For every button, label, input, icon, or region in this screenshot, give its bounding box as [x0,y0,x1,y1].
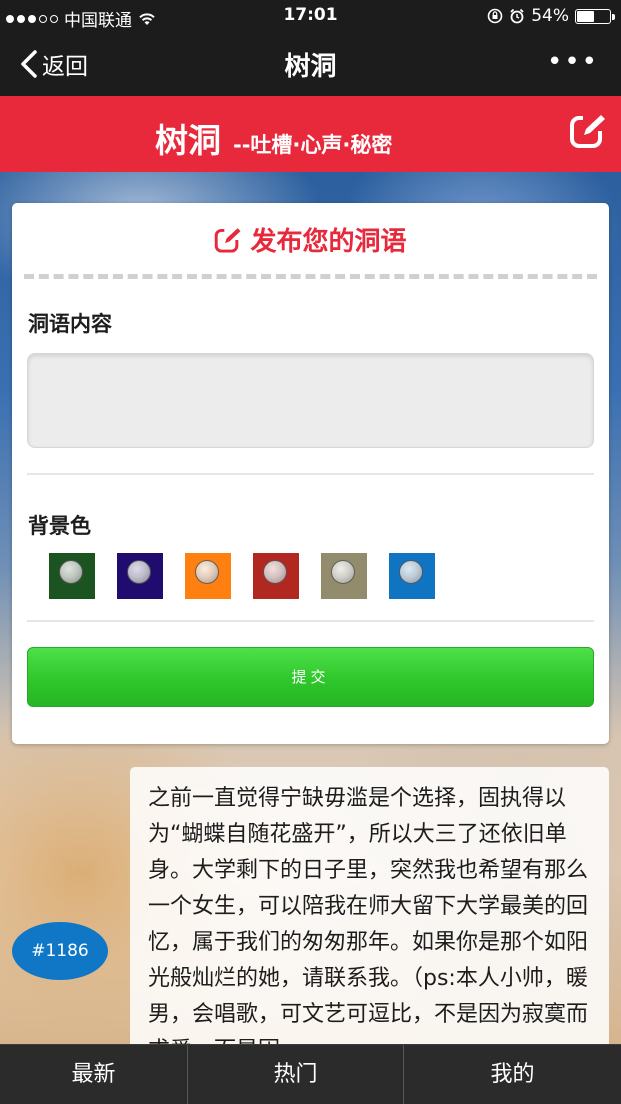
orientation-lock-icon [487,8,503,24]
color-swatch-6[interactable] [389,553,435,599]
publish-card: 发布您的洞语 洞语内容 背景色 提交 [12,203,609,744]
tab-latest[interactable]: 最新 [0,1045,188,1104]
radio-icon [59,560,83,584]
radio-icon [399,560,423,584]
submit-button[interactable]: 提交 [27,647,594,707]
content-label: 洞语内容 [28,312,112,336]
radio-icon [195,560,219,584]
tab-hot[interactable]: 热门 [188,1045,404,1104]
nav-bar: 返回 树洞 ••• [0,31,621,96]
battery-icon [575,8,615,24]
divider [27,473,594,475]
battery-percent: 54% [531,6,569,26]
bottom-tab-bar: 最新 热门 我的 [0,1044,621,1104]
publish-heading-text: 发布您的洞语 [250,227,407,257]
header-title-group: 树洞 --吐槽·心声·秘密 [155,114,392,162]
compose-icon [215,226,243,253]
tab-mine[interactable]: 我的 [404,1045,621,1104]
radio-icon [263,560,287,584]
more-menu-button[interactable]: ••• [547,49,599,75]
chevron-left-icon [21,50,37,78]
post-text: 之前一直觉得宁缺毋滥是个选择，固执得以为“蝴蝶自随花盛开”，所以大三了还依旧单身… [148,786,589,1063]
status-right: 54% [487,6,615,26]
divider [27,620,594,622]
back-label: 返回 [42,54,88,80]
compose-icon[interactable] [569,112,607,150]
radio-icon [331,560,355,584]
app-header: 树洞 --吐槽·心声·秘密 [0,96,621,172]
header-subtitle: --吐槽·心声·秘密 [233,133,393,157]
content-textarea[interactable] [27,353,594,448]
color-swatch-group [49,553,435,599]
color-swatch-4[interactable] [253,553,299,599]
color-swatch-3[interactable] [185,553,231,599]
page-title: 树洞 [284,52,337,82]
background-color-label: 背景色 [28,514,91,538]
color-swatch-5[interactable] [321,553,367,599]
status-bar: 中国联通 17:01 54% [0,0,621,31]
header-title: 树洞 [155,121,221,160]
radio-icon [127,560,151,584]
back-button[interactable]: 返回 [20,47,88,81]
publish-heading: 发布您的洞语 [12,221,609,258]
post-id-badge[interactable]: #1186 [12,922,108,980]
post-card[interactable]: 之前一直觉得宁缺毋滥是个选择，固执得以为“蝴蝶自随花盛开”，所以大三了还依旧单身… [130,767,609,1067]
alarm-icon [510,8,524,24]
color-swatch-2[interactable] [117,553,163,599]
color-swatch-1[interactable] [49,553,95,599]
dashed-divider [24,274,597,279]
